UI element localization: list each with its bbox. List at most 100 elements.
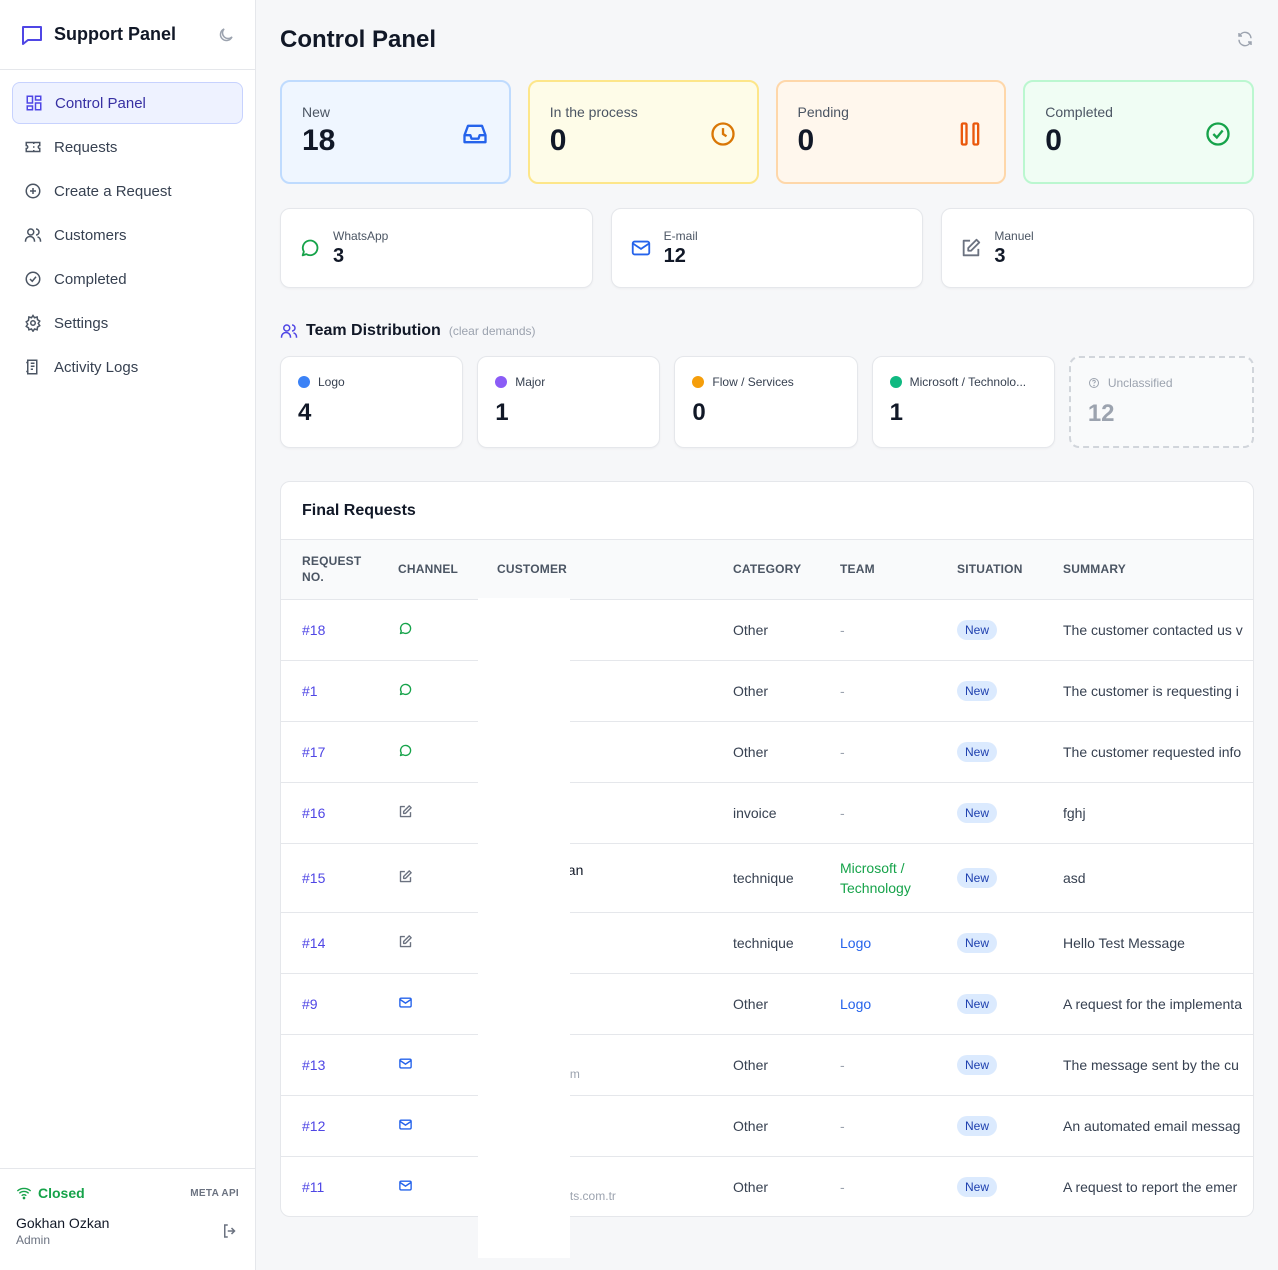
stat-label: Pending: [797, 104, 849, 120]
status-badge: New: [957, 1054, 998, 1075]
request-id[interactable]: #1: [281, 659, 377, 721]
team-cell: -: [819, 720, 936, 782]
situation-cell: New: [936, 1033, 1042, 1095]
whatsapp-icon: [399, 683, 412, 695]
team-card-microsoft-technology[interactable]: Microsoft / Technolo... 1: [871, 356, 1055, 448]
logout-icon[interactable]: [221, 1222, 239, 1240]
brand: Support Panel: [0, 0, 255, 70]
mail-icon: [631, 240, 650, 256]
ticket-icon: [25, 141, 41, 153]
inbox-icon: [463, 124, 487, 144]
team-distribution: Logo 4 Major 1 Flow / Services 0 Microso…: [280, 356, 1255, 448]
table-row[interactable]: #11an@capitalevents.com.trOther-NewA req…: [281, 1155, 1253, 1216]
channel-cell: [377, 1094, 476, 1156]
channel-cell: [377, 842, 476, 912]
situation-cell: New: [936, 659, 1042, 721]
refresh-icon[interactable]: [1236, 30, 1254, 48]
sidebar-item-create-request[interactable]: Create a Request: [12, 170, 243, 212]
redaction-mask: [478, 598, 570, 1258]
status-badge: New: [957, 993, 998, 1014]
users-icon: [24, 228, 42, 242]
request-id[interactable]: #13: [281, 1033, 377, 1095]
status-badge: New: [957, 680, 998, 701]
column-header-summary[interactable]: SUMMARY: [1042, 540, 1253, 599]
column-header-customer[interactable]: CUSTOMER: [476, 540, 712, 599]
team-label: -: [840, 804, 845, 821]
team-color-dot: [889, 376, 902, 388]
request-id[interactable]: #17: [281, 720, 377, 782]
sidebar-item-label: Customers: [54, 226, 127, 244]
team-label: Logo: [840, 934, 872, 951]
summary-cell: fghj: [1042, 781, 1253, 843]
team-cell: Logo: [819, 972, 936, 1034]
table-row[interactable]: #15okhoz” Ozkan)techniqueMicrosoft / Tec…: [281, 842, 1253, 912]
team-value: 1: [495, 399, 509, 426]
sidebar-item-label: Requests: [54, 138, 118, 156]
column-header-channel[interactable]: CHANNEL: [377, 540, 476, 599]
channel-cell: [377, 1033, 476, 1095]
request-id[interactable]: #11: [281, 1155, 377, 1216]
sidebar-item-label: Create a Request: [54, 182, 172, 200]
sidebar-item-customers[interactable]: Customers: [12, 214, 243, 256]
sidebar-item-settings[interactable]: Settings: [12, 302, 243, 344]
table-row[interactable]: #13abulutlutt@gmail.comOther-NewThe mess…: [281, 1033, 1253, 1095]
mail-icon: [399, 1118, 412, 1130]
situation-cell: New: [936, 1094, 1042, 1156]
connection-status-text: Closed: [38, 1185, 85, 1201]
column-header-team[interactable]: TEAM: [819, 540, 936, 599]
column-header-category[interactable]: CATEGORY: [712, 540, 819, 599]
team-value: 1: [889, 399, 903, 426]
sidebar-item-control-panel[interactable]: Control Panel: [12, 82, 243, 124]
edit-icon: [399, 934, 412, 947]
request-id[interactable]: #12: [281, 1094, 377, 1156]
channel-value: 3: [994, 244, 1006, 267]
table-row[interactable]: #12portil.com.trOther-NewAn automated em…: [281, 1094, 1253, 1156]
users-icon: [280, 324, 298, 338]
channel-card-manual[interactable]: Manuel 3: [941, 208, 1255, 288]
team-card-logo[interactable]: Logo 4: [280, 356, 464, 448]
user-info: Gokhan Ozkan Admin: [16, 1215, 239, 1247]
brand-title: Support Panel: [54, 24, 177, 44]
request-id[interactable]: #16: [281, 781, 377, 843]
request-id[interactable]: #18: [281, 598, 377, 660]
sidebar-item-completed[interactable]: Completed: [12, 258, 243, 300]
stat-label: New: [302, 104, 331, 120]
table-row[interactable]: #9ciogluup.com.trOtherLogoNewA request f…: [281, 972, 1253, 1034]
column-header-situation[interactable]: SITUATION: [936, 540, 1042, 599]
stat-card-in-process[interactable]: In the process 0: [527, 80, 759, 184]
column-header-request-no[interactable]: REQUEST NO.: [281, 540, 377, 599]
moon-icon[interactable]: [217, 26, 235, 44]
situation-cell: New: [936, 720, 1042, 782]
table-row[interactable]: #18kan94 84Other-NewThe customer contact…: [281, 598, 1253, 660]
channel-card-email[interactable]: E-mail 12: [610, 208, 924, 288]
mail-icon: [399, 1180, 412, 1191]
sidebar-item-activity-logs[interactable]: Activity Logs: [12, 346, 243, 388]
sidebar-item-requests[interactable]: Requests: [12, 126, 243, 168]
stat-card-completed[interactable]: Completed 0: [1023, 80, 1254, 184]
summary-cell: Hello Test Message: [1042, 911, 1253, 973]
table-row[interactable]: #16kan94 84invoice-Newfghj: [281, 781, 1253, 843]
stat-card-new[interactable]: New 18: [280, 80, 511, 184]
team-cell: -: [819, 781, 936, 843]
team-card-flow-services[interactable]: Flow / Services 0: [674, 356, 858, 448]
channel-summary: WhatsApp 3 E-mail 12 Manuel 3: [280, 208, 1255, 288]
stat-card-pending[interactable]: Pending 0: [775, 80, 1007, 184]
status-summary: New 18 In the process 0 Pending 0 Comple…: [280, 80, 1254, 184]
final-requests-card: Final Requests REQUEST NO. CHANNEL CUSTO…: [280, 481, 1254, 1217]
team-card-unclassified[interactable]: Unclassified 12: [1068, 356, 1255, 448]
table-row[interactable]: #17an37 57Other-NewThe customer requeste…: [281, 720, 1253, 782]
sidebar-nav: Control Panel Requests Create a Request …: [0, 70, 255, 402]
sidebar-item-label: Completed: [54, 270, 127, 288]
situation-cell: New: [936, 781, 1042, 843]
channel-card-whatsapp[interactable]: WhatsApp 3: [280, 208, 593, 288]
request-id[interactable]: #9: [281, 972, 377, 1034]
channel-cell: [377, 1155, 476, 1216]
table-row[interactable]: #14an37 57techniqueLogoNewHello Test Mes…: [281, 911, 1253, 973]
team-distribution-title: Team Distribution: [306, 322, 441, 339]
table-row[interactable]: #1kan)Other-NewThe customer is requestin…: [281, 659, 1253, 721]
request-id[interactable]: #14: [281, 911, 377, 973]
category-cell: Other: [712, 1033, 819, 1095]
request-id[interactable]: #15: [281, 842, 377, 912]
team-card-major[interactable]: Major 1: [477, 356, 661, 448]
channel-cell: [377, 659, 476, 721]
